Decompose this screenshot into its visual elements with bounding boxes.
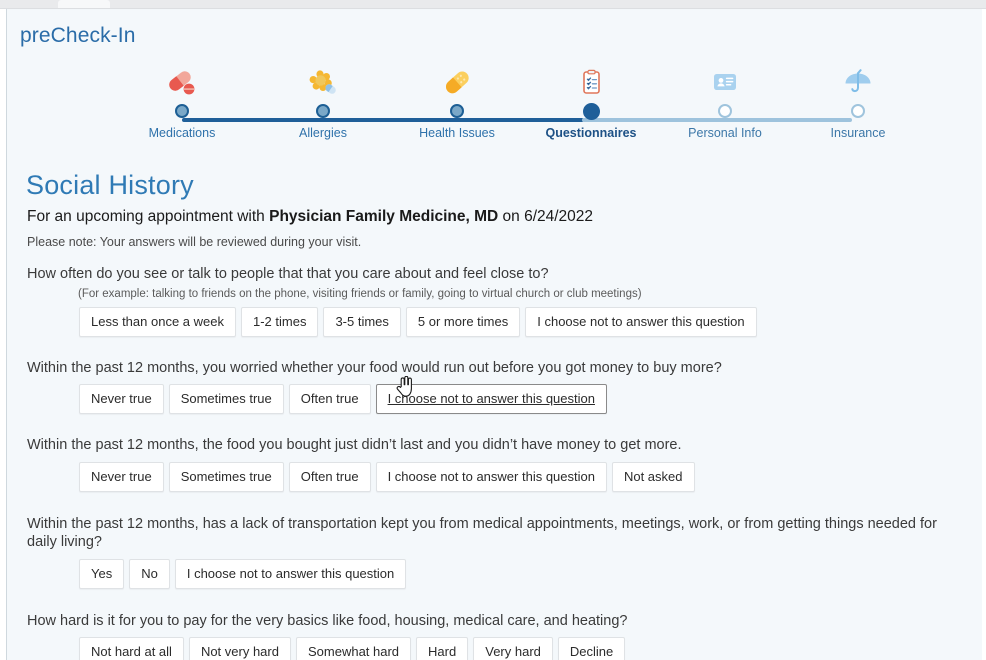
id-card-icon [650,65,800,99]
appointment-prefix: For an upcoming appointment with [27,208,270,225]
stepper-step-personal-info[interactable]: Personal Info [650,65,800,140]
question-block: How hard is it for you to pay for the ve… [7,612,982,660]
stepper-label-medications: Medications [148,126,216,140]
window-right-edge [982,9,986,660]
answer-options: Yes No I choose not to answer this quest… [7,558,982,589]
answer-options: Not hard at all Not very hard Somewhat h… [7,637,982,660]
bandage-icon [382,65,532,99]
pollen-icon [248,65,398,99]
answer-option[interactable]: Very hard [473,637,553,660]
question-text: How often do you see or talk to people t… [27,266,549,282]
question-block: Within the past 12 months, you worried w… [7,359,982,414]
answer-option[interactable]: 3-5 times [323,306,401,337]
pills-icon [107,65,257,99]
answer-option-hovered[interactable]: I choose not to answer this question [375,384,607,414]
answer-option[interactable]: Never true [79,384,164,414]
stepper-label-questionnaires: Questionnaires [545,126,637,140]
stepper-dot-allergies [248,99,398,123]
answer-option[interactable]: I choose not to answer this question [174,558,407,589]
answer-option[interactable]: Sometimes true [168,384,284,414]
stepper-label-personal-info: Personal Info [688,126,762,140]
answer-option[interactable]: 5 or more times [405,306,521,337]
stepper-label-insurance: Insurance [830,126,886,140]
answer-option[interactable]: Less than once a week [79,306,236,337]
page-title: Social History [26,170,194,200]
answer-option[interactable]: Not very hard [188,637,291,660]
stepper-step-medications[interactable]: Medications [107,65,257,140]
answer-option[interactable]: Hard [416,637,469,660]
question-block: Within the past 12 months, has a lack of… [7,515,982,589]
window-left-edge [0,9,7,660]
stepper-step-health-issues[interactable]: Health Issues [382,65,532,140]
stepper-label-allergies: Allergies [299,126,347,140]
stepper-label-health-issues: Health Issues [419,126,495,140]
question-block: How often do you see or talk to people t… [7,265,982,337]
stepper-dot-health-issues [382,99,532,123]
browser-viewport: preCheck-In Medications Allergies Health… [0,0,986,660]
appointment-line: For an upcoming appointment with Physici… [27,208,593,226]
progress-stepper: Medications Allergies Health Issues Ques… [7,65,982,153]
stepper-step-insurance[interactable]: Insurance [783,65,933,140]
answer-option[interactable]: Never true [79,461,164,492]
question-text: Within the past 12 months, the food you … [27,437,682,453]
answer-option[interactable]: Somewhat hard [295,637,412,660]
stepper-dot-questionnaires [516,99,666,123]
answer-option[interactable]: Sometimes true [168,461,284,492]
answer-option[interactable]: 1-2 times [240,306,319,337]
question-hint: (For example: talking to friends on the … [78,287,642,300]
stepper-step-allergies[interactable]: Allergies [248,65,398,140]
clipboard-icon [516,65,666,99]
answer-option[interactable]: Often true [288,384,371,414]
browser-tab-stub[interactable] [58,0,110,8]
question-text: Within the past 12 months, has a lack of… [27,515,937,551]
appointment-date: on 6/24/2022 [498,208,594,225]
stepper-dot-personal-info [650,99,800,123]
answer-option[interactable]: Not asked [611,461,695,492]
stepper-dot-medications [107,99,257,123]
question-block: Within the past 12 months, the food you … [7,436,982,492]
answer-options: Never true Sometimes true Often true I c… [7,384,982,414]
answer-option[interactable]: No [129,558,170,589]
question-text: Within the past 12 months, you worried w… [27,359,722,376]
precheckin-page: preCheck-In Medications Allergies Health… [7,10,982,660]
answer-options: Less than once a week 1-2 times 3-5 time… [7,306,982,337]
answer-option[interactable]: Often true [288,461,371,492]
answer-option[interactable]: Not hard at all [79,637,184,660]
app-title: preCheck-In [20,24,136,47]
questions-list: How often do you see or talk to people t… [7,265,982,660]
stepper-dot-insurance [783,99,933,123]
provider-name: Physician Family Medicine, MD [269,208,499,225]
review-note: Please note: Your answers will be review… [27,235,362,249]
answer-option[interactable]: I choose not to answer this question [375,461,607,492]
browser-chrome-strip [0,0,986,9]
answer-option[interactable]: Decline [557,637,626,660]
answer-options: Never true Sometimes true Often true I c… [7,461,982,492]
stepper-step-questionnaires[interactable]: Questionnaires [516,65,666,140]
answer-option[interactable]: I choose not to answer this question [525,306,757,337]
answer-option[interactable]: Yes [79,558,125,589]
question-text: How hard is it for you to pay for the ve… [27,612,628,629]
umbrella-icon [783,65,933,99]
